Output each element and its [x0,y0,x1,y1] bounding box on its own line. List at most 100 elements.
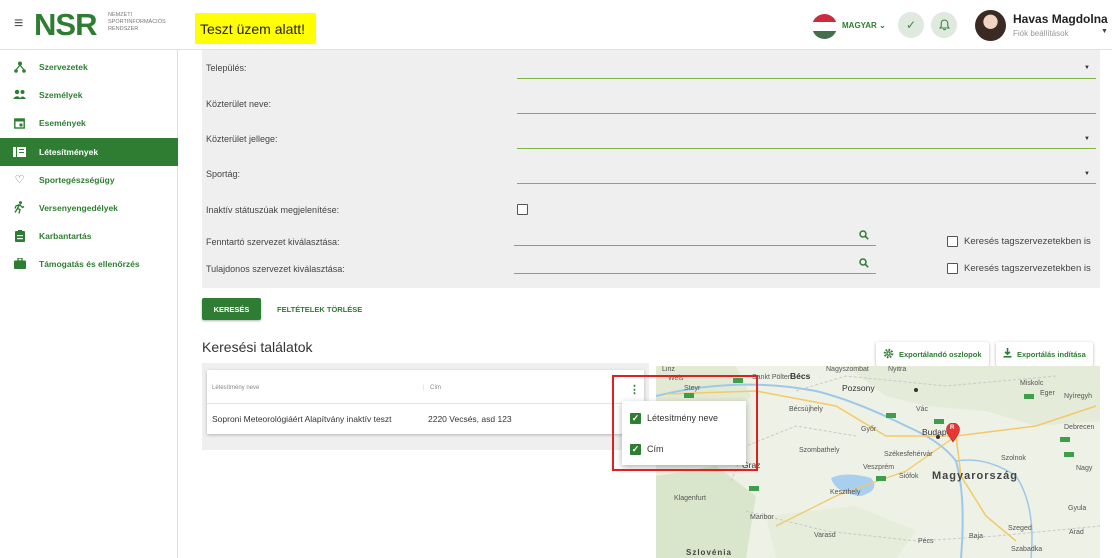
telepules-select[interactable]: ▼ [517,57,1096,79]
caret-down-icon: ▼ [1084,171,1090,177]
logo-sub-line: NEMZETI [108,12,133,18]
search-button[interactable]: KERESÉS [202,298,261,320]
road-badge [934,419,944,424]
export-columns-label: Exportálandó oszlopok [899,349,982,359]
start-export-button[interactable]: Exportálás indítása [996,342,1093,366]
label-inaktiv: Inaktív státuszúak megjelenítése: [206,205,340,215]
people-icon [13,88,26,101]
sportag-underline [517,183,1096,184]
language-selector[interactable]: MAGYAR ⌄ [842,21,886,30]
sidebar-item-versenyengedelyek[interactable]: Versenyengedélyek [0,194,178,222]
tulajdonos-tagszervezet-checkbox[interactable] [947,263,958,274]
clipboard-icon [13,229,26,242]
sidebar-item-label: Szervezetek [39,62,88,72]
map-label: Szabadka [1011,546,1043,553]
start-export-label: Exportálás indítása [1017,349,1086,359]
map-label: Nyitra [888,366,907,373]
sidebar-item-esemenyek[interactable]: Események [0,109,178,137]
account-settings-link[interactable]: Fiók beállítások [1013,29,1069,38]
road-badge [1060,437,1070,442]
map-label: Szlovénia [686,548,732,557]
map-label: Baja [969,533,984,540]
tulajdonos-tagszervezet-label: Keresés tagszervezetekben is [964,263,1091,274]
sidebar-item-tamogatas[interactable]: Támogatás és ellenőrzés [0,250,178,278]
nsr-logo[interactable]: NSR [34,9,97,40]
fenntarto-input[interactable] [514,230,876,252]
city-dot [936,435,940,439]
export-columns-button[interactable]: Exportálandó oszlopok [876,342,989,366]
telepules-underline [517,78,1096,79]
download-icon [1003,348,1012,360]
map-label: Nagyszombat [826,366,869,373]
results-title: Keresési találatok [202,339,313,355]
label-kozterulet-neve: Közterület neve: [206,99,272,109]
hamburger-icon[interactable]: ≡ [14,16,23,32]
map-label: Keszthely [830,489,861,496]
results-table [207,370,644,434]
column-header-address[interactable]: Cím [430,385,441,391]
label-tulajdonos: Tulajdonos szervezet kiválasztása: [206,264,345,274]
building-icon [13,145,26,158]
city-dot [914,388,918,392]
map-label: Nagy [1076,465,1093,472]
sidebar-item-label: Karbantartás [39,231,92,241]
logo-sub-line: SPORTINFORMÁCIÓS [108,19,166,25]
map-label: Veszprém [863,464,895,471]
map-label: Vác [916,406,929,413]
map-label: Szombathely [799,447,840,454]
sidebar: Szervezetek Személyek Események Létesítm… [0,50,178,558]
check-icon[interactable]: ✓ [898,12,924,38]
map-label: Győr [861,426,877,433]
map-label: Linz [662,366,675,373]
map-label: Varasd [814,532,836,539]
fenntarto-tagszervezet-checkbox[interactable] [947,236,958,247]
row-name-cell[interactable]: Soproni Meteorológiáért Alapítvány inakt… [212,414,392,424]
inaktiv-checkbox[interactable] [517,204,528,215]
sidebar-item-label: Versenyengedélyek [39,203,118,213]
road-badge [876,476,886,481]
map-label: Maribor [750,514,774,521]
chevron-down-icon: ⌄ [879,21,886,30]
gear-icon [883,348,894,361]
road-badge [886,413,896,418]
clear-filters-button[interactable]: FELTÉTELEK TÖRLÉSE [277,305,362,314]
bell-icon[interactable] [931,12,957,38]
row-address-cell[interactable]: 2220 Vecsés, asd 123 [428,414,512,424]
kozterulet-neve-input[interactable] [517,92,1096,114]
sidebar-item-label: Létesítmények [39,147,99,157]
hungarian-flag-icon[interactable] [812,14,837,39]
sidebar-item-karbantartas[interactable]: Karbantartás [0,222,178,250]
sidebar-item-szervezetek[interactable]: Szervezetek [0,53,178,81]
map-label: Siófok [899,473,919,480]
road-badge [1064,452,1074,457]
avatar[interactable] [975,10,1006,41]
kozterulet-jellege-select[interactable]: ▼ [517,128,1096,150]
map-label: Bécsújhely [789,406,823,413]
sidebar-item-label: Sportegészségügy [39,175,115,185]
sidebar-item-label: Támogatás és ellenőrzés [39,259,140,269]
tulajdonos-underline [514,273,876,274]
road-badge [1024,394,1034,399]
map-label: Nyíregyh [1064,393,1093,400]
caret-down-icon[interactable]: ▼ [1101,28,1108,35]
map-label: Szolnok [1001,455,1026,462]
kozterulet-neve-underline [517,113,1096,114]
sportag-select[interactable]: ▼ [517,163,1096,185]
column-header-name[interactable]: Létesítmény neve [212,385,259,391]
top-bar: ≡ NSR NEMZETI SPORTINFORMÁCIÓS RENDSZER … [0,0,1112,50]
search-icon[interactable] [859,258,869,271]
sidebar-item-sportegeszsegugy[interactable]: ♡ Sportegészségügy [0,166,178,194]
map-label: Szeged [1008,525,1032,532]
sidebar-item-letesitmenyek[interactable]: Létesítmények [0,138,178,166]
fenntarto-underline [514,245,876,246]
marker-label: R [950,425,955,431]
user-name[interactable]: Havas Magdolna [1013,12,1108,26]
column-divider: | [423,385,425,391]
tulajdonos-input[interactable] [514,257,876,279]
sidebar-item-szemelyek[interactable]: Személyek [0,81,178,109]
calendar-icon [13,116,26,129]
test-mode-banner: Teszt üzem alatt! [195,13,316,44]
row-divider [207,403,644,404]
search-icon[interactable] [859,230,869,243]
label-kozterulet-jellege: Közterület jellege: [206,134,278,144]
